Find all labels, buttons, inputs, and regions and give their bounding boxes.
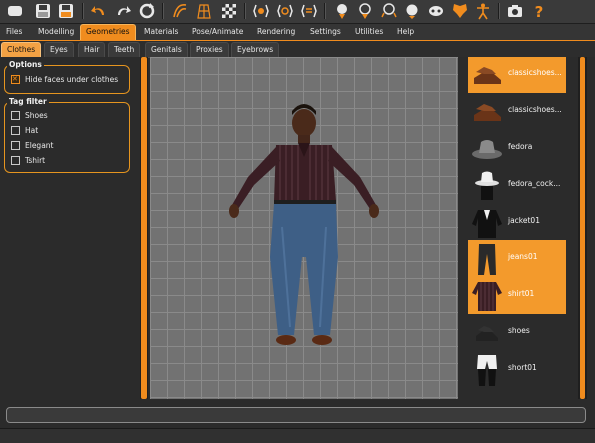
clothes-item-label: short01 [508,363,537,372]
tab-files[interactable]: Files [1,25,27,39]
svg-text:?: ? [535,3,544,20]
clothes-item-label: fedora [508,142,533,151]
tag-filter-hat[interactable]: Hat [11,125,38,136]
wireframe-icon[interactable] [195,2,213,20]
camera-icon[interactable] [506,2,524,20]
clothes-item-short01[interactable]: short01 [468,351,566,388]
tag-label: Hat [25,126,39,135]
black-shoes-icon [470,316,504,349]
subtab-genitals[interactable]: Genitals [145,42,188,58]
right-scrollbar-thumb[interactable] [580,57,585,399]
jeans-icon [470,242,504,275]
subtab-proxies[interactable]: Proxies [190,42,229,58]
shorts-icon [470,353,504,386]
subtab-eyes[interactable]: Eyes [44,42,74,58]
tag-filter-tshirt[interactable]: Tshirt [11,155,45,166]
left-scrollbar[interactable] [140,57,148,399]
pose-icon[interactable] [451,2,469,20]
bottom-strip [0,428,595,443]
checkbox-icon[interactable] [11,126,20,135]
main-tabbar: Files Modelling Geometries Materials Pos… [0,24,595,40]
subtab-eyebrows[interactable]: Eyebrows [231,42,280,58]
checker-icon[interactable] [220,2,238,20]
tag-filter-title: Tag filter [7,97,49,106]
main-toolbar: ? [0,0,595,24]
clothes-item-fedora-cocktail[interactable]: fedora_cock... [468,167,566,204]
tab-geometries[interactable]: Geometries [80,24,136,40]
clothes-item-label: shoes [508,326,530,335]
jacket-icon [470,206,504,239]
status-bar [6,407,586,423]
checkbox-icon[interactable] [11,141,20,150]
tab-materials[interactable]: Materials [139,25,183,39]
tag-filter-elegant[interactable]: Elegant [11,140,54,151]
checkbox-checked-icon[interactable] [11,74,20,84]
new-icon[interactable] [6,2,24,20]
skeleton-icon[interactable] [474,2,492,20]
3d-viewport[interactable] [150,57,458,399]
fedora-cocktail-icon [470,169,504,202]
clothes-item-jacket01[interactable]: jacket01 [468,204,566,241]
clothes-item-fedora[interactable]: fedora [468,130,566,167]
clothes-item-label: fedora_cock... [508,179,561,188]
front-view-icon[interactable] [252,2,270,20]
tag-label: Tshirt [25,156,46,165]
sub-tabbar: Clothes Eyes Hair Teeth Genitals Proxies… [0,40,595,58]
shirt-icon [470,279,504,312]
clothes-item-classicshoes-2[interactable]: classicshoes... [468,93,566,130]
head-right-icon[interactable] [380,2,398,20]
tag-label: Elegant [25,141,54,150]
left-options-panel: Options Hide faces under clothes Tag fil… [0,57,140,401]
clothes-item-shirt01[interactable]: shirt01 [468,277,566,314]
tab-settings[interactable]: Settings [305,25,346,39]
help-icon[interactable]: ? [530,2,548,20]
tag-filter-shoes[interactable]: Shoes [11,110,48,121]
side-view-icon[interactable] [276,2,294,20]
face-icon[interactable] [403,2,421,20]
clothes-item-label: jacket01 [508,216,540,225]
head-left-icon[interactable] [356,2,374,20]
reset-icon[interactable] [138,2,156,20]
back-view-icon[interactable] [300,2,318,20]
tab-rendering[interactable]: Rendering [252,25,300,39]
undo-icon[interactable] [90,2,108,20]
checkbox-icon[interactable] [11,156,20,165]
subtab-hair[interactable]: Hair [78,42,106,58]
clothes-item-classicshoes-1[interactable]: classicshoes... [468,57,566,93]
clothes-item-label: jeans01 [508,252,538,261]
clothes-library: classicshoes... classicshoes... fedora f… [466,57,578,401]
options-title: Options [7,60,44,69]
clothes-item-label: shirt01 [508,289,535,298]
smooth-icon[interactable] [171,2,189,20]
human-model [229,104,379,345]
hide-faces-label: Hide faces under clothes [25,75,119,84]
tab-pose-animate[interactable]: Pose/Animate [187,25,248,39]
clothes-item-jeans01[interactable]: jeans01 [468,240,566,277]
tab-utilities[interactable]: Utilities [350,25,388,39]
brown-shoes-icon [470,58,504,91]
brown-shoes-icon [470,95,504,128]
clothes-item-label: classicshoes... [508,105,562,114]
subtab-clothes[interactable]: Clothes [1,42,42,58]
options-group: Options Hide faces under clothes [4,60,130,94]
mask-icon[interactable] [427,2,445,20]
left-scrollbar-thumb[interactable] [141,57,147,399]
tab-modelling[interactable]: Modelling [33,25,79,39]
export-icon[interactable] [57,2,75,20]
hide-faces-checkbox[interactable]: Hide faces under clothes [11,74,118,85]
checkbox-icon[interactable] [11,111,20,120]
fedora-hat-icon [470,132,504,165]
right-scrollbar[interactable] [578,57,587,399]
tab-help[interactable]: Help [392,25,419,39]
head-icon[interactable] [333,2,351,20]
save-icon[interactable] [34,2,52,20]
subtab-teeth[interactable]: Teeth [108,42,141,58]
redo-icon[interactable] [114,2,132,20]
clothes-item-label: classicshoes... [508,68,562,77]
tag-label: Shoes [25,111,48,120]
clothes-item-shoes[interactable]: shoes [468,314,566,351]
tag-filter-group: Tag filter Shoes Hat Elegant Tshirt [4,97,130,173]
